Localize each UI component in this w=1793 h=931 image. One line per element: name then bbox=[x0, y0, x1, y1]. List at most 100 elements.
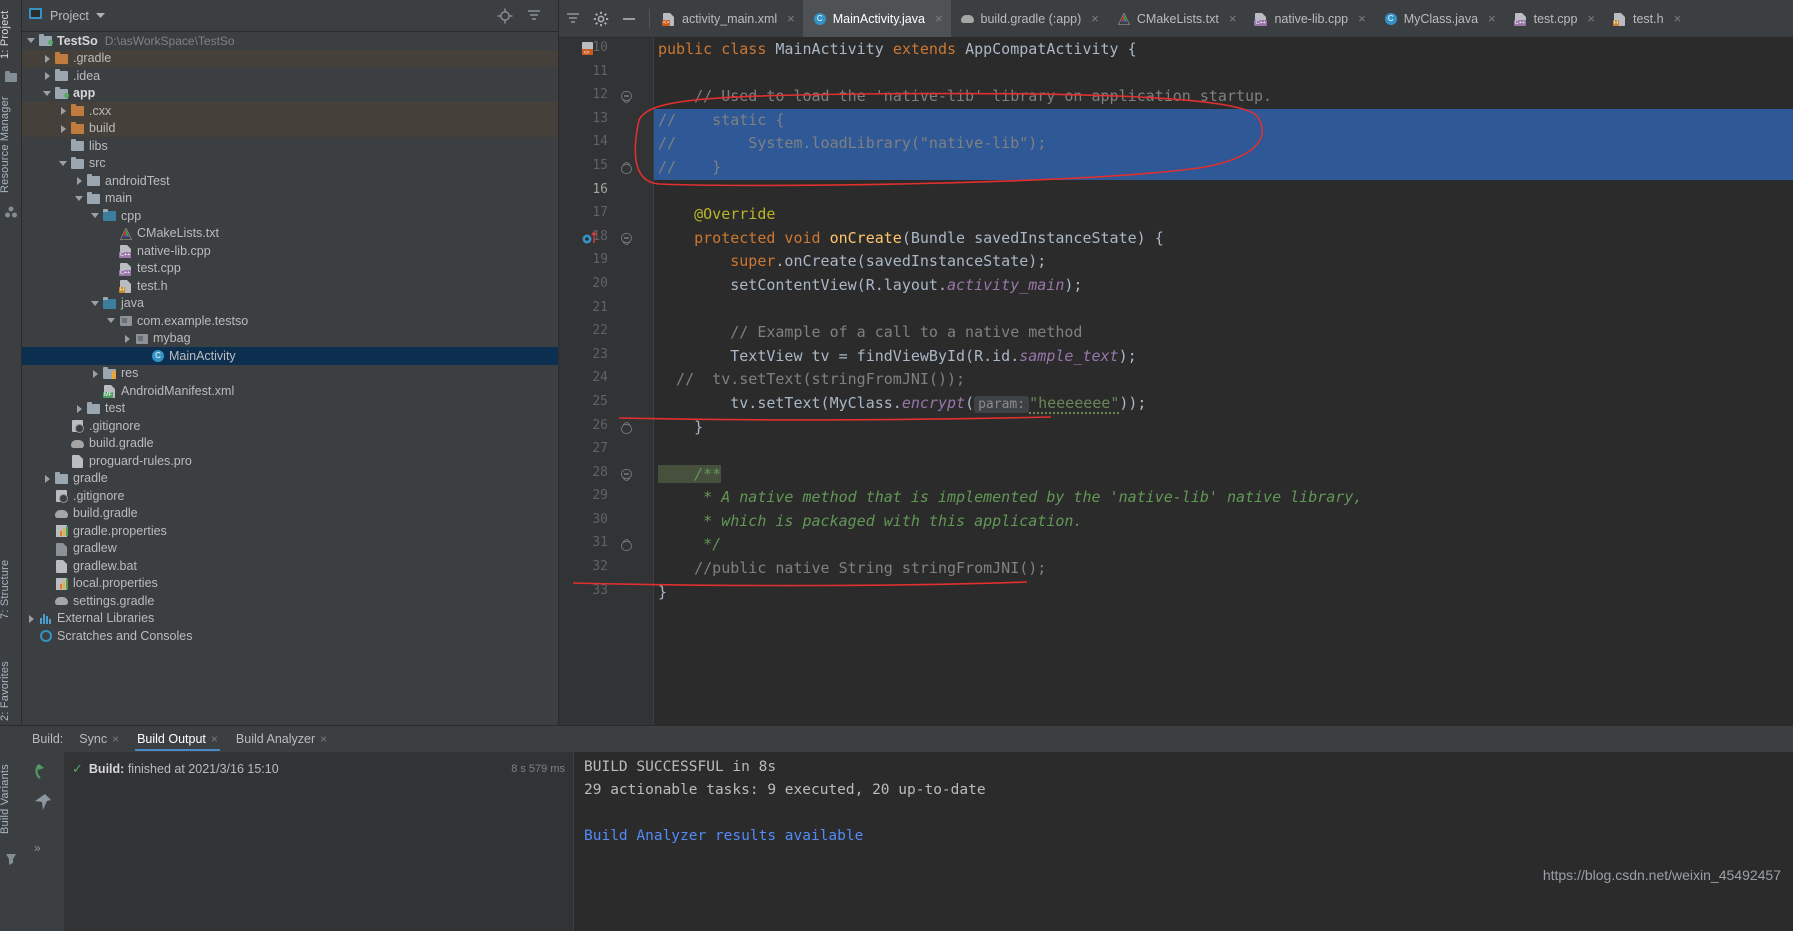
fold-end-icon[interactable] bbox=[621, 538, 632, 552]
close-icon[interactable]: × bbox=[211, 732, 218, 746]
chevron-down-icon[interactable] bbox=[95, 7, 105, 25]
tool-tab-build-variants[interactable]: Build Variants bbox=[0, 756, 21, 842]
project-tree[interactable]: TestSo D:\asWorkSpace\TestSo .gradle .idea a… bbox=[22, 32, 558, 725]
tree-item-build-gradle[interactable]: build.gradle bbox=[22, 435, 558, 453]
tree-item-gradle-properties[interactable]: gradle.properties bbox=[22, 522, 558, 540]
tree-item-gradle[interactable]: gradle bbox=[22, 470, 558, 488]
editor-tab-test-cpp[interactable]: C++ test.cpp × bbox=[1504, 0, 1603, 37]
gutter-line-16[interactable]: 16 bbox=[559, 180, 654, 204]
minimize-icon[interactable] bbox=[621, 11, 637, 27]
tree-item-src[interactable]: src bbox=[22, 155, 558, 173]
chevron-right-icon[interactable] bbox=[90, 368, 101, 379]
close-icon[interactable]: × bbox=[935, 11, 943, 26]
editor-tab-native-lib-cpp[interactable]: C++ native-lib.cpp × bbox=[1244, 0, 1373, 37]
editor-tab-activity-main-xml[interactable]: <> activity_main.xml × bbox=[652, 0, 803, 37]
tree-item-settings-gradle[interactable]: settings.gradle bbox=[22, 592, 558, 610]
chevron-right-icon[interactable] bbox=[58, 123, 69, 134]
close-icon[interactable]: × bbox=[1229, 11, 1237, 26]
gutter-line-28[interactable]: 28 bbox=[559, 463, 654, 487]
tool-tab-favorites[interactable]: 2: Favorites bbox=[0, 650, 21, 732]
close-icon[interactable]: × bbox=[1587, 11, 1595, 26]
build-console-output[interactable]: BUILD SUCCESSFUL in 8s 29 actionable tas… bbox=[574, 752, 1793, 931]
editor-tab-myclass-java[interactable]: C MyClass.java × bbox=[1374, 0, 1504, 37]
chevron-right-icon[interactable] bbox=[42, 70, 53, 81]
close-icon[interactable]: × bbox=[1358, 11, 1366, 26]
gutter-line-25[interactable]: 25 bbox=[559, 392, 654, 416]
fold-collapse-icon[interactable] bbox=[621, 90, 632, 104]
tree-item-androidmanifest-xml[interactable]: MF AndroidManifest.xml bbox=[22, 382, 558, 400]
gutter-line-13[interactable]: 13 bbox=[559, 109, 654, 133]
tool-tab-project[interactable]: 1: Project bbox=[0, 4, 21, 66]
build-tab-build-analyzer[interactable]: Build Analyzer × bbox=[234, 728, 329, 751]
gutter-line-32[interactable]: 32 bbox=[559, 557, 654, 581]
tree-item-local-properties[interactable]: local.properties bbox=[22, 575, 558, 593]
chevron-right-icon[interactable] bbox=[26, 613, 37, 624]
tree-item-external-libraries[interactable]: External Libraries bbox=[22, 610, 558, 628]
gutter-line-18[interactable]: 18 bbox=[559, 227, 654, 251]
gutter-line-20[interactable]: 20 bbox=[559, 274, 654, 298]
build-analyzer-link[interactable]: Build Analyzer results available bbox=[584, 828, 863, 844]
gutter-line-10[interactable]: 10 <> bbox=[559, 38, 654, 62]
gutter-line-22[interactable]: 22 bbox=[559, 321, 654, 345]
build-tab-build-output[interactable]: Build Output × bbox=[135, 728, 220, 751]
gutter-line-12[interactable]: 12 bbox=[559, 85, 654, 109]
pin-icon[interactable] bbox=[33, 792, 53, 812]
close-icon[interactable]: × bbox=[1091, 11, 1099, 26]
xml-gutter-icon[interactable]: <> bbox=[580, 41, 596, 62]
tree-item-scratches-and-consoles[interactable]: Scratches and Consoles bbox=[22, 627, 558, 645]
tree-item-mybag[interactable]: mybag bbox=[22, 330, 558, 348]
chevron-right-icon[interactable] bbox=[74, 175, 85, 186]
tree-item-java[interactable]: java bbox=[22, 295, 558, 313]
tree-item--gitignore[interactable]: .gitignore bbox=[22, 417, 558, 435]
tree-item-build[interactable]: build bbox=[22, 119, 558, 137]
fold-collapse-icon[interactable] bbox=[621, 468, 632, 482]
tool-tab-structure[interactable]: 7: Structure bbox=[0, 545, 21, 633]
chevron-down-icon[interactable] bbox=[26, 35, 37, 46]
chevron-right-icon[interactable] bbox=[122, 333, 133, 344]
gutter-line-27[interactable]: 27 bbox=[559, 439, 654, 463]
gutter-line-17[interactable]: 17 bbox=[559, 203, 654, 227]
gutter-line-26[interactable]: 26 bbox=[559, 416, 654, 440]
tree-item--idea[interactable]: .idea bbox=[22, 67, 558, 85]
chevron-down-icon[interactable] bbox=[106, 315, 117, 326]
tree-item--gradle[interactable]: .gradle bbox=[22, 49, 558, 67]
tree-item-cmakelists-txt[interactable]: CMakeLists.txt bbox=[22, 225, 558, 243]
tree-item-test[interactable]: test bbox=[22, 400, 558, 418]
collapse-all-icon[interactable] bbox=[565, 11, 581, 27]
chevron-right-icon[interactable] bbox=[74, 403, 85, 414]
close-icon[interactable]: × bbox=[320, 732, 327, 746]
chevron-down-icon[interactable] bbox=[42, 88, 53, 99]
tree-item-res[interactable]: res bbox=[22, 365, 558, 383]
build-result-list[interactable]: ✓ Build: finished at 2021/3/16 15:10 8 s… bbox=[64, 752, 573, 931]
editor-gutter[interactable]: 10 <> 11 12 13 14 15 16 17 18 19 20 21 22 23 24 25 26 27 28… bbox=[559, 38, 654, 725]
editor-tab-mainactivity-java[interactable]: C MainActivity.java × bbox=[802, 0, 951, 37]
close-icon[interactable]: × bbox=[112, 732, 119, 746]
editor-tab-cmakelists-txt[interactable]: CMakeLists.txt × bbox=[1107, 0, 1245, 37]
fold-end-icon[interactable] bbox=[621, 161, 632, 174]
tool-tab-resource-manager[interactable]: Resource Manager bbox=[0, 90, 21, 200]
gutter-line-21[interactable]: 21 bbox=[559, 298, 654, 322]
expand-icon[interactable]: » bbox=[33, 840, 53, 860]
tree-item-test-cpp[interactable]: C++ test.cpp bbox=[22, 260, 558, 278]
gutter-line-33[interactable]: 33 bbox=[559, 581, 654, 605]
tree-item-test-h[interactable]: Htest.h bbox=[22, 277, 558, 295]
close-icon[interactable]: × bbox=[1674, 11, 1682, 26]
tree-item--cxx[interactable]: .cxx bbox=[22, 102, 558, 120]
chevron-down-icon[interactable] bbox=[90, 210, 101, 221]
close-icon[interactable]: × bbox=[787, 11, 795, 26]
tree-item-proguard-rules-pro[interactable]: proguard-rules.pro bbox=[22, 452, 558, 470]
tree-item-mainactivity[interactable]: C MainActivity bbox=[22, 347, 558, 365]
build-result-row[interactable]: ✓ Build: finished at 2021/3/16 15:10 8 s… bbox=[64, 758, 573, 780]
tree-item-main[interactable]: main bbox=[22, 190, 558, 208]
settings-gear-icon[interactable] bbox=[593, 11, 609, 27]
tree-item--gitignore[interactable]: .gitignore bbox=[22, 487, 558, 505]
gutter-line-15[interactable]: 15 bbox=[559, 156, 654, 180]
gutter-line-30[interactable]: 30 bbox=[559, 510, 654, 534]
gutter-line-29[interactable]: 29 bbox=[559, 486, 654, 510]
tree-item-cpp[interactable]: cpp bbox=[22, 207, 558, 225]
build-tab-sync[interactable]: Sync × bbox=[77, 728, 121, 751]
close-icon[interactable]: × bbox=[1488, 11, 1496, 26]
chevron-down-icon[interactable] bbox=[90, 298, 101, 309]
tree-item-libs[interactable]: libs bbox=[22, 137, 558, 155]
fold-end-icon[interactable] bbox=[621, 420, 632, 434]
